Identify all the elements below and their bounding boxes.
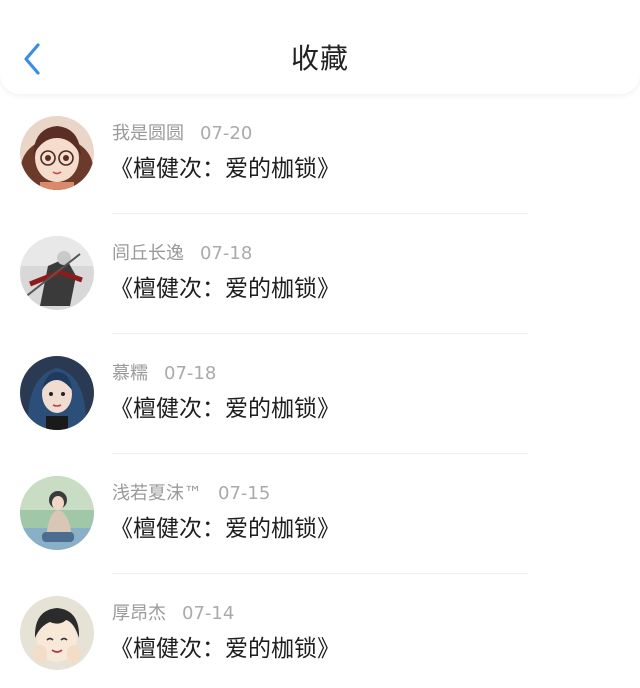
item-meta: 慕糯 07-18 <box>112 362 216 386</box>
user-name: 慕糯 <box>112 363 148 384</box>
list-item[interactable]: 厚昂杰 07-14 《檀健次：爱的枷锁》 <box>0 574 640 688</box>
user-name: 厚昂杰 <box>112 603 166 624</box>
item-date: 07-20 <box>200 123 253 144</box>
item-date: 07-18 <box>164 363 217 384</box>
favorites-page: 收藏 我是圆圆 07-20 《檀健次：爱的枷锁》 闾丘长逸 07-18 《檀健次… <box>0 0 640 688</box>
item-meta: 厚昂杰 07-14 <box>112 602 234 626</box>
item-content: 《檀健次：爱的枷锁》 <box>110 276 340 302</box>
item-meta: 浅若夏沫™ 07-15 <box>112 482 270 506</box>
list-item[interactable]: 慕糯 07-18 《檀健次：爱的枷锁》 <box>0 334 640 454</box>
user-name: 浅若夏沫™ <box>112 483 202 504</box>
item-date: 07-14 <box>182 603 235 624</box>
avatar[interactable] <box>20 596 94 670</box>
page-title: 收藏 <box>290 42 349 75</box>
user-name: 我是圆圆 <box>112 123 184 144</box>
cartoon-girl-avatar-icon <box>20 116 94 190</box>
list-item[interactable]: 我是圆圆 07-20 《檀健次：爱的枷锁》 <box>0 94 640 214</box>
avatar[interactable] <box>20 356 94 430</box>
item-content: 《檀健次：爱的枷锁》 <box>110 156 340 182</box>
list-item[interactable]: 浅若夏沫™ 07-15 《檀健次：爱的枷锁》 <box>0 454 640 574</box>
avatar[interactable] <box>20 116 94 190</box>
item-date: 07-18 <box>200 243 253 264</box>
item-date: 07-15 <box>218 483 271 504</box>
blue-hair-girl-avatar-icon <box>20 356 94 430</box>
anime-boy-avatar-icon <box>20 596 94 670</box>
item-content: 《檀健次：爱的枷锁》 <box>110 396 340 422</box>
item-content: 《檀健次：爱的枷锁》 <box>110 516 340 542</box>
warrior-avatar-icon <box>20 236 94 310</box>
header-bar: 收藏 <box>0 0 640 94</box>
sitting-girl-avatar-icon <box>20 476 94 550</box>
list-item[interactable]: 闾丘长逸 07-18 《檀健次：爱的枷锁》 <box>0 214 640 334</box>
item-content: 《檀健次：爱的枷锁》 <box>110 636 340 662</box>
avatar[interactable] <box>20 476 94 550</box>
favorites-list: 我是圆圆07-20 《檀健次：爱的枷锁》 闾丘长逸07-18 《檀健次：爱的 <box>0 94 640 688</box>
item-meta: 闾丘长逸 07-18 <box>112 242 252 266</box>
item-meta: 我是圆圆 07-20 <box>112 122 252 146</box>
user-name: 闾丘长逸 <box>112 243 184 264</box>
avatar[interactable] <box>20 236 94 310</box>
